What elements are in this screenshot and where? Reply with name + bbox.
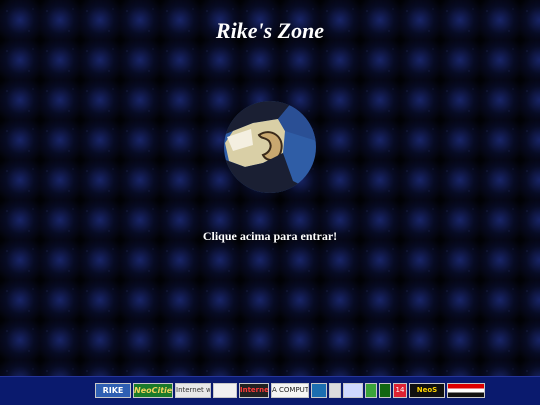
- green-badge-1[interactable]: [365, 383, 377, 398]
- footer-bar: RIKE NeoCities Internet with Internet EX…: [0, 376, 540, 405]
- ie-badge[interactable]: Internet EXPLO: [239, 383, 269, 398]
- avatar-logo-icon: [224, 101, 316, 193]
- flag-badge[interactable]: [447, 383, 485, 398]
- page-title: Rike's Zone: [215, 18, 325, 43]
- neocities-badge[interactable]: NeoCities: [133, 383, 173, 398]
- best-viewed-badge[interactable]: [213, 383, 237, 398]
- green-badge-2[interactable]: [379, 383, 391, 398]
- enter-caption: Clique acima para entrar!: [202, 229, 338, 243]
- number-badge[interactable]: 14: [393, 383, 407, 398]
- enter-image-link[interactable]: [223, 101, 317, 193]
- rike-badge[interactable]: RIKE: [95, 383, 131, 398]
- internet-explorer-badge[interactable]: Internet with: [175, 383, 211, 398]
- windows-badge[interactable]: [311, 383, 327, 398]
- neos-badge[interactable]: NeoS: [409, 383, 445, 398]
- box-badge[interactable]: [343, 383, 363, 398]
- screen-badge[interactable]: [329, 383, 341, 398]
- badge-row: RIKE NeoCities Internet with Internet EX…: [95, 383, 485, 398]
- computer-badge[interactable]: A COMPUTER: [271, 383, 309, 398]
